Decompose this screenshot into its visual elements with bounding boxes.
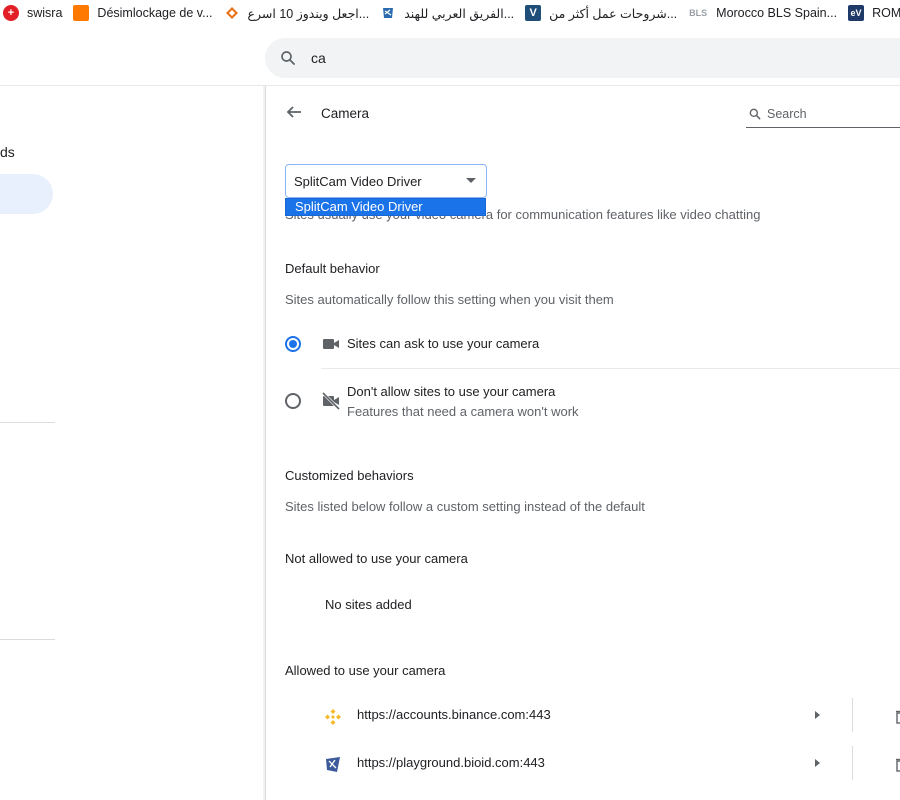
orange-brand-icon xyxy=(73,5,90,21)
bls-icon: BLS xyxy=(689,8,708,18)
left-nav: ds xyxy=(0,86,265,800)
bioid-icon xyxy=(326,757,340,772)
camera-device-option[interactable]: SplitCam Video Driver xyxy=(286,199,485,215)
swiss-flag-icon: + xyxy=(3,5,19,21)
site-search-input[interactable] xyxy=(767,106,900,121)
allowed-label: Allowed to use your camera xyxy=(285,663,446,678)
binance-icon xyxy=(325,709,341,725)
camera-device-select[interactable]: SplitCam Video Driver xyxy=(285,164,487,198)
trash-icon[interactable] xyxy=(896,758,900,772)
radio-button-block[interactable] xyxy=(285,393,301,409)
bookmark-swisra[interactable]: + swisra xyxy=(0,0,70,26)
row-divider xyxy=(321,368,900,369)
camera-device-value: SplitCam Video Driver xyxy=(294,173,422,189)
bookmark-tutorials[interactable]: V شروحات عمل أكثر من... xyxy=(522,0,685,26)
site-row-bioid[interactable]: https://playground.bioid.com:443 xyxy=(285,740,900,788)
page-title: Camera xyxy=(321,106,370,121)
nav-divider xyxy=(0,422,55,423)
site-row-binance[interactable]: https://accounts.binance.com:443 xyxy=(285,692,900,740)
bookmark-windows10[interactable]: اجعل ويندوز 10 اسرع... xyxy=(221,0,378,26)
radio-option-ask[interactable]: Sites can ask to use your camera xyxy=(285,336,900,370)
ev-icon: eV xyxy=(848,5,865,21)
not-allowed-label: Not allowed to use your camera xyxy=(285,551,468,566)
chevron-right-icon[interactable] xyxy=(815,711,820,719)
nav-divider xyxy=(0,639,55,640)
back-button[interactable] xyxy=(284,102,304,122)
nav-item-selected[interactable] xyxy=(0,174,53,214)
chevron-down-icon xyxy=(466,178,476,183)
shield-site-icon xyxy=(380,5,396,21)
bookmark-romania[interactable]: eV ROMANIA xyxy=(845,0,900,26)
bookmark-bls[interactable]: BLS Morocco BLS Spain... xyxy=(685,0,845,26)
settings-header xyxy=(0,26,900,86)
radio-label-ask: Sites can ask to use your camera xyxy=(347,336,540,351)
radio-option-block[interactable]: Don't allow sites to use your camera Fea… xyxy=(285,384,900,424)
site-divider xyxy=(852,698,853,732)
camera-device-dropdown: SplitCam Video Driver xyxy=(285,198,486,216)
radio-button-ask[interactable] xyxy=(285,336,301,352)
v-site-icon: V xyxy=(525,5,542,21)
trash-icon[interactable] xyxy=(896,710,900,724)
default-behavior-heading: Default behavior xyxy=(285,261,380,276)
nav-item-label[interactable]: ds xyxy=(0,144,15,160)
radio-label-block: Don't allow sites to use your camera xyxy=(347,384,556,399)
search-icon xyxy=(749,108,761,119)
site-url: https://accounts.binance.com:443 xyxy=(357,707,551,722)
chevron-right-icon[interactable] xyxy=(815,759,820,767)
search-icon xyxy=(281,51,295,65)
not-allowed-empty: No sites added xyxy=(325,597,412,612)
site-search-box[interactable] xyxy=(746,100,900,128)
arrow-left-icon xyxy=(286,106,301,118)
site-url: https://playground.bioid.com:443 xyxy=(357,755,545,770)
bookmark-arab-team[interactable]: الفريق العربي للهند... xyxy=(377,0,522,26)
settings-search-box[interactable] xyxy=(265,38,900,78)
default-behavior-subtext: Sites automatically follow this setting … xyxy=(285,292,614,307)
radio-sublabel-block: Features that need a camera won't work xyxy=(347,404,579,419)
videocam-off-icon xyxy=(321,391,341,411)
settings-search-input[interactable] xyxy=(311,50,811,66)
videocam-icon xyxy=(323,339,339,349)
site-divider xyxy=(852,746,853,780)
bookmark-desimlockage[interactable]: Désimlockage de v... xyxy=(70,0,220,26)
customized-behaviors-heading: Customized behaviors xyxy=(285,468,414,483)
camera-settings-card: Camera Sites usually use your video came… xyxy=(265,86,900,800)
customized-behaviors-subtext: Sites listed below follow a custom setti… xyxy=(285,499,645,514)
bookmarks-bar: + swisra Désimlockage de v... اجعل ويندو… xyxy=(0,0,900,26)
diamond-site-icon xyxy=(224,5,240,21)
